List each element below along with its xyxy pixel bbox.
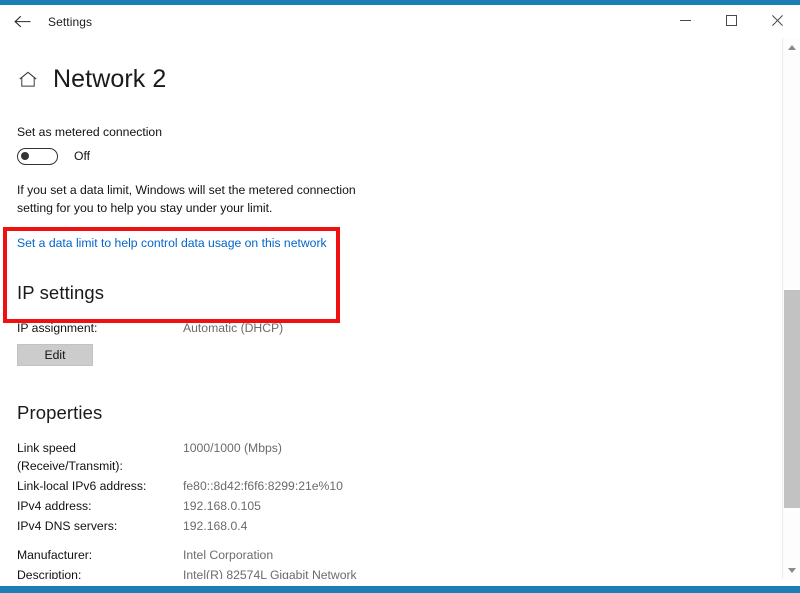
ip-assignment-value: Automatic (DHCP) (183, 319, 283, 338)
properties-heading: Properties (17, 402, 782, 424)
ip-assignment-label: IP assignment: (17, 319, 183, 338)
property-label: Manufacturer: (17, 546, 183, 565)
ip-assignment-row: IP assignment: Automatic (DHCP) (17, 319, 782, 338)
property-label: IPv4 address: (17, 497, 183, 516)
metered-toggle-row: Off (17, 148, 782, 165)
property-row: IPv4 address:192.168.0.105 (17, 497, 782, 516)
property-row: Description:Intel(R) 82574L Gigabit Netw… (17, 566, 782, 579)
property-value: 192.168.0.4 (183, 517, 247, 536)
property-value: 1000/1000 (Mbps) (183, 439, 282, 477)
bottom-accent-strip (0, 586, 800, 593)
property-value: fe80::8d42:f6f6:8299:21e%10 (183, 477, 343, 496)
metered-toggle-state: Off (74, 149, 90, 163)
property-value: Intel Corporation (183, 546, 273, 565)
metered-connection-label: Set as metered connection (17, 125, 782, 139)
scroll-up-arrow-icon[interactable] (783, 38, 800, 56)
vertical-scrollbar[interactable] (782, 38, 800, 579)
close-button[interactable] (754, 5, 800, 36)
edit-ip-settings-button[interactable]: Edit (17, 344, 93, 366)
property-row: Manufacturer:Intel Corporation (17, 546, 782, 565)
property-row: Link speed (Receive/Transmit):1000/1000 … (17, 439, 782, 477)
metered-description: If you set a data limit, Windows will se… (17, 181, 365, 217)
maximize-button[interactable] (708, 5, 754, 36)
settings-window: Settings (0, 5, 800, 586)
scroll-down-arrow-icon[interactable] (783, 561, 800, 579)
page-title: Network 2 (53, 67, 166, 92)
titlebar-caption: Settings (48, 15, 92, 29)
properties-list: Link speed (Receive/Transmit):1000/1000 … (17, 439, 782, 580)
set-data-limit-link[interactable]: Set a data limit to help control data us… (17, 236, 327, 250)
property-row: IPv4 DNS servers:192.168.0.4 (17, 517, 782, 536)
window-controls (662, 5, 800, 36)
minimize-button[interactable] (662, 5, 708, 36)
metered-connection-toggle[interactable] (17, 148, 58, 165)
property-value: Intel(R) 82574L Gigabit Network Connecti… (183, 566, 358, 579)
back-button[interactable] (0, 7, 44, 37)
property-label: Description: (17, 566, 183, 579)
page-header: Network 2 (17, 50, 782, 109)
property-label: Link speed (Receive/Transmit): (17, 439, 183, 477)
scrollbar-thumb[interactable] (784, 290, 800, 508)
property-row: Link-local IPv6 address:fe80::8d42:f6f6:… (17, 477, 782, 496)
property-value: 192.168.0.105 (183, 497, 261, 516)
edit-button-wrapper: Edit (17, 344, 782, 366)
properties-section: Properties Link speed (Receive/Transmit)… (17, 402, 782, 580)
property-label: IPv4 DNS servers: (17, 517, 183, 536)
toggle-knob (21, 152, 29, 160)
settings-content: Network 2 Set as metered connection Off … (0, 38, 782, 579)
home-icon[interactable] (17, 68, 39, 90)
property-label: Link-local IPv6 address: (17, 477, 183, 496)
property-group-gap (17, 537, 782, 546)
title-bar: Settings (0, 5, 800, 38)
ip-settings-heading: IP settings (17, 282, 782, 304)
ip-settings-section: IP settings IP assignment: Automatic (DH… (17, 280, 782, 366)
